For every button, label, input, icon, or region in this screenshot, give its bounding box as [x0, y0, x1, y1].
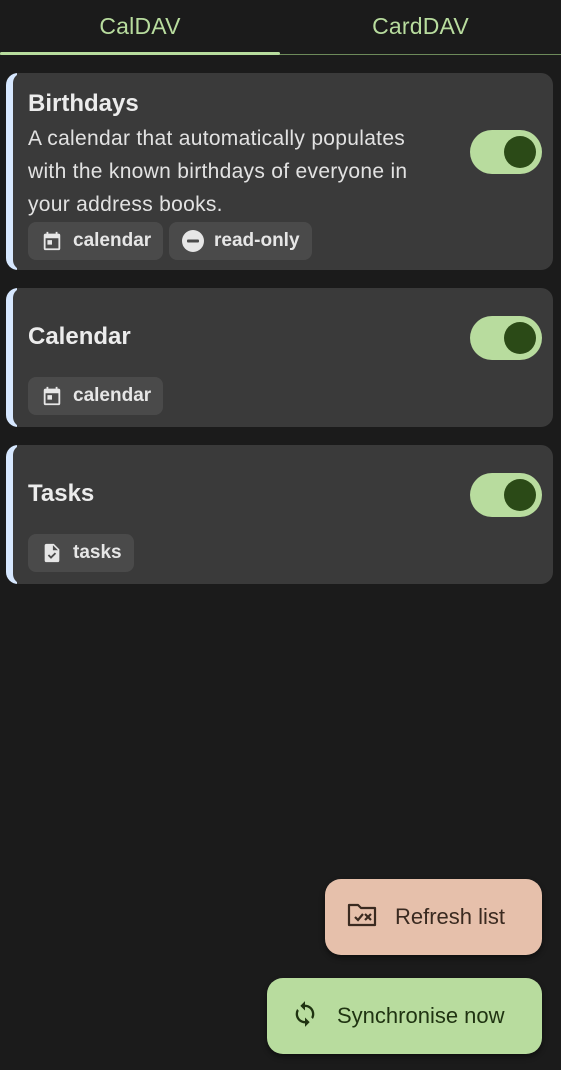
sync-toggle-calendar[interactable]: [470, 316, 542, 360]
chip-label: tasks: [73, 542, 122, 563]
collection-color-bar: [6, 73, 25, 270]
chip-label: read-only: [214, 230, 300, 251]
sync-toggle-tasks[interactable]: [470, 473, 542, 517]
collection-title: Calendar: [28, 323, 131, 350]
collection-card-calendar[interactable]: Calendar calendar: [6, 288, 553, 427]
sync-toggle-birthdays[interactable]: [470, 130, 542, 174]
calendar-icon: [40, 384, 64, 408]
read-only-icon: [181, 229, 205, 253]
tab-indicator: [0, 52, 280, 55]
synchronise-now-button[interactable]: Synchronise now: [267, 978, 542, 1054]
sync-icon: [291, 1000, 319, 1033]
chip-read-only: read-only: [169, 222, 312, 260]
collection-title: Birthdays: [28, 90, 139, 117]
chip-label: calendar: [73, 385, 152, 406]
tab-caldav[interactable]: CalDAV: [0, 0, 280, 52]
toggle-thumb: [504, 479, 536, 511]
toggle-thumb: [504, 136, 536, 168]
collection-color-bar: [6, 445, 25, 584]
calendar-icon: [40, 229, 64, 253]
description-line: A calendar that automatically populates: [28, 127, 406, 150]
tasks-icon: [40, 541, 64, 565]
refresh-list-button[interactable]: Refresh list: [325, 879, 542, 955]
synchronise-now-label: Synchronise now: [337, 1003, 505, 1028]
description-line: your address books.: [28, 193, 223, 216]
tab-carddav[interactable]: CardDAV: [280, 0, 561, 52]
description-line: with the known birthdays of everyone in: [28, 160, 408, 183]
chip-calendar: calendar: [28, 377, 164, 415]
collection-title: Tasks: [28, 480, 95, 507]
chip-calendar: calendar: [28, 222, 164, 260]
refresh-list-label: Refresh list: [395, 904, 506, 929]
collection-card-tasks[interactable]: Tasks tasks: [6, 445, 553, 584]
collection-description: A calendar that automatically populates …: [28, 122, 458, 221]
collection-color-bar: [6, 288, 25, 427]
chip-tasks: tasks: [28, 534, 134, 572]
tab-bar: CalDAV CardDAV: [0, 0, 561, 56]
collection-card-birthdays[interactable]: Birthdays A calendar that automatically …: [6, 73, 553, 270]
folder-refresh-icon: [347, 902, 377, 933]
chip-label: calendar: [73, 230, 152, 251]
toggle-thumb: [504, 322, 536, 354]
